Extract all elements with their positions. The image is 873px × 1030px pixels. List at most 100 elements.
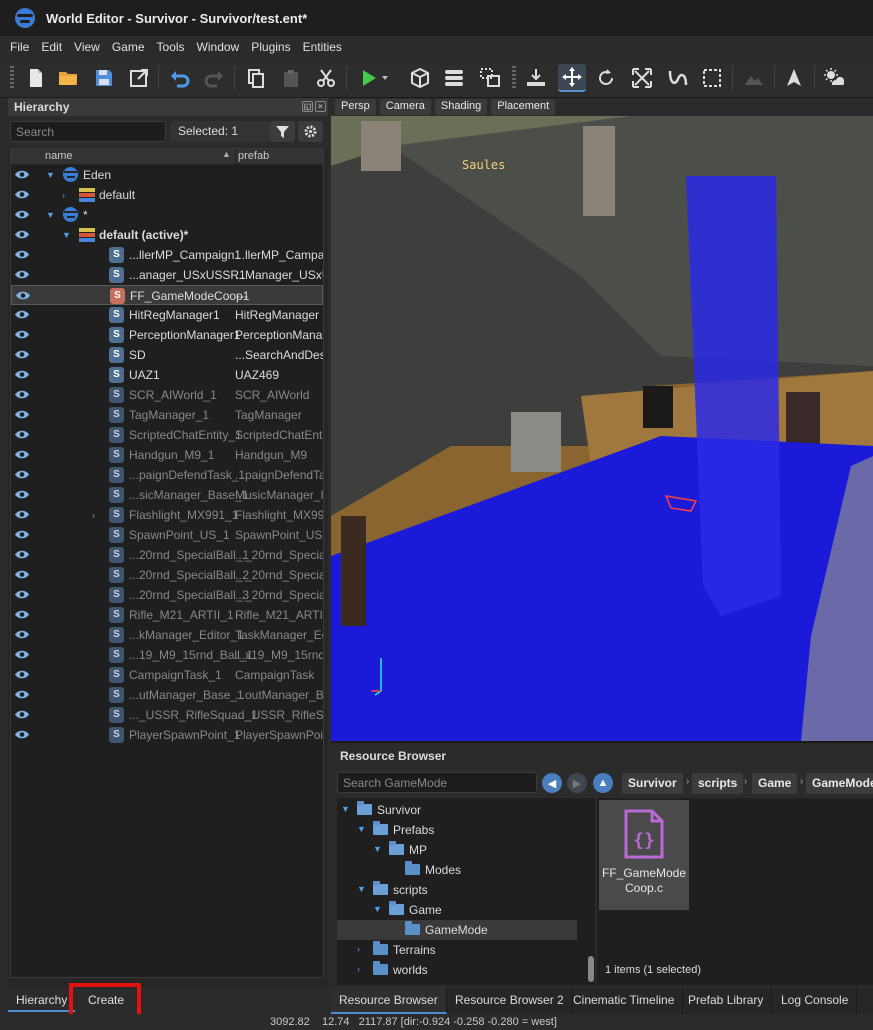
tab-log-console[interactable]: Log Console xyxy=(773,988,858,1014)
eye-icon[interactable] xyxy=(14,369,30,380)
eye-icon[interactable] xyxy=(14,709,30,720)
eye-icon[interactable] xyxy=(14,469,30,480)
chevron-down-icon[interactable]: ▼ xyxy=(62,230,71,240)
eye-icon[interactable] xyxy=(14,649,30,660)
chevron-down-icon[interactable]: ▼ xyxy=(46,170,55,180)
tree-row[interactable]: › S Flashlight_MX991_1 Flashlight_MX99 xyxy=(11,505,323,525)
menu-window[interactable]: Window xyxy=(197,40,240,54)
folder-item[interactable]: › worlds xyxy=(337,960,577,980)
eye-icon[interactable] xyxy=(14,409,30,420)
toolbar-grip[interactable] xyxy=(512,66,516,90)
tree-row[interactable]: S ...llerMP_Campaign1 ...llerMP_Campa xyxy=(11,245,323,265)
eye-icon[interactable] xyxy=(14,249,30,260)
tab-prefab-library[interactable]: Prefab Library xyxy=(680,988,773,1014)
chevron-down-icon[interactable]: ▼ xyxy=(357,824,366,834)
folder-item[interactable]: ▼ Survivor xyxy=(337,800,577,820)
tree-row[interactable]: S ...19_M9_15rnd_Ball_1 ...x19_M9_15rnd_ xyxy=(11,645,323,665)
eye-icon[interactable] xyxy=(14,569,30,580)
column-name[interactable]: name xyxy=(45,150,73,162)
chevron-right-icon[interactable]: › xyxy=(62,190,65,200)
tree-row[interactable]: ▼ Eden xyxy=(11,165,323,185)
move-tool-button[interactable] xyxy=(558,64,586,92)
select-box-button[interactable] xyxy=(698,64,726,92)
folder-item[interactable]: ▼ Prefabs xyxy=(337,820,577,840)
close-icon[interactable]: × xyxy=(315,101,326,112)
open-button[interactable] xyxy=(54,64,82,92)
eye-icon[interactable] xyxy=(14,609,30,620)
folder-item[interactable]: ▼ scripts xyxy=(337,880,577,900)
weather-button[interactable] xyxy=(820,64,848,92)
tab-placement[interactable]: Placement xyxy=(491,99,556,115)
eye-icon[interactable] xyxy=(14,549,30,560)
tree-row[interactable]: S ...anager_USxUSSR1 ...Manager_USxU xyxy=(11,265,323,285)
eye-icon[interactable] xyxy=(15,290,31,301)
tree-row[interactable]: S..._USSR_RifleSquad_1..._USSR_RifleSqu xyxy=(11,705,323,725)
resource-search-input[interactable]: Search GameMode xyxy=(337,772,537,793)
tab-camera[interactable]: Camera xyxy=(379,99,431,115)
eye-icon[interactable] xyxy=(14,309,30,320)
eye-icon[interactable] xyxy=(14,329,30,340)
tab-shading[interactable]: Shading xyxy=(434,99,488,115)
eye-icon[interactable] xyxy=(14,209,30,220)
eye-icon[interactable] xyxy=(14,509,30,520)
tree-row[interactable]: S FF_GameModeCoop1 --- xyxy=(11,285,323,305)
redo-button[interactable] xyxy=(200,64,228,92)
tab-persp[interactable]: Persp xyxy=(335,99,376,115)
chevron-down-icon[interactable]: ▼ xyxy=(357,884,366,894)
tree-row[interactable]: ▼ * xyxy=(11,205,323,225)
chevron-right-icon[interactable]: › xyxy=(357,964,360,974)
column-prefab[interactable]: prefab xyxy=(235,149,269,165)
tree-row[interactable]: S ...20rnd_SpecialBall_3 ..._20rnd_Special xyxy=(11,585,323,605)
menu-plugins[interactable]: Plugins xyxy=(251,40,290,54)
tree-row[interactable]: S ...20rnd_SpecialBall_1 ..._20rnd_Special xyxy=(11,545,323,565)
copy-button[interactable] xyxy=(242,64,270,92)
entity-cube-button[interactable] xyxy=(406,64,434,92)
tab-hierarchy[interactable]: Hierarchy xyxy=(8,988,76,1012)
menu-game[interactable]: Game xyxy=(112,40,145,54)
menu-edit[interactable]: Edit xyxy=(41,40,62,54)
filter-button[interactable] xyxy=(270,121,295,142)
eye-icon[interactable] xyxy=(14,489,30,500)
tree-row[interactable]: › default xyxy=(11,185,323,205)
folder-item[interactable]: ▼ MP xyxy=(337,840,577,860)
tree-row[interactable]: S Rifle_M21_ARTII_1 Rifle_M21_ARTII xyxy=(11,605,323,625)
chevron-right-icon[interactable]: › xyxy=(357,944,360,954)
eye-icon[interactable] xyxy=(14,429,30,440)
forward-icon[interactable]: ▶ xyxy=(567,773,587,793)
chevron-down-icon[interactable]: ▼ xyxy=(373,904,382,914)
chevron-down-icon[interactable]: ▼ xyxy=(341,804,350,814)
tree-row[interactable]: S ...utManager_Base_1 ...outManager_B xyxy=(11,685,323,705)
snap-ground-button[interactable] xyxy=(522,64,550,92)
eye-icon[interactable] xyxy=(14,529,30,540)
chevron-down-icon[interactable]: ▼ xyxy=(373,844,382,854)
tree-row[interactable]: S SCR_AIWorld_1 SCR_AIWorld xyxy=(11,385,323,405)
tree-row[interactable]: S SD ...SearchAndDest xyxy=(11,345,323,365)
transform-pivot-button[interactable] xyxy=(476,64,504,92)
save-button[interactable] xyxy=(90,64,118,92)
export-button[interactable] xyxy=(125,64,153,92)
tree-row[interactable]: ▼ default (active)* xyxy=(11,225,323,245)
tree-row[interactable]: S SpawnPoint_US_1 SpawnPoint_US xyxy=(11,525,323,545)
tree-row[interactable]: S ...sicManager_Base_1 MusicManager_I xyxy=(11,485,323,505)
breadcrumb-survivor[interactable]: Survivor xyxy=(622,773,683,794)
undo-button[interactable] xyxy=(166,64,194,92)
terrain-button[interactable] xyxy=(740,64,768,92)
eye-icon[interactable] xyxy=(14,229,30,240)
tree-row[interactable]: S ...20rnd_SpecialBall_2 ..._20rnd_Special xyxy=(11,565,323,585)
hierarchy-search-input[interactable]: Search xyxy=(10,121,166,142)
eye-icon[interactable] xyxy=(14,349,30,360)
paste-button[interactable] xyxy=(277,64,305,92)
viewport[interactable]: Persp Camera Shading Placement Saules xyxy=(331,98,873,741)
eye-icon[interactable] xyxy=(14,269,30,280)
play-button[interactable] xyxy=(354,64,394,92)
up-icon[interactable]: ▲ xyxy=(593,773,613,793)
chevron-right-icon[interactable]: › xyxy=(92,510,95,520)
tree-row[interactable]: S PerceptionManager1 PerceptionMana xyxy=(11,325,323,345)
menu-tools[interactable]: Tools xyxy=(157,40,185,54)
eye-icon[interactable] xyxy=(14,189,30,200)
tree-row[interactable]: S TagManager_1 TagManager xyxy=(11,405,323,425)
tab-resource-browser[interactable]: Resource Browser xyxy=(331,988,447,1014)
rotate-tool-button[interactable] xyxy=(592,64,620,92)
tree-row[interactable]: S ScriptedChatEntity_1 ScriptedChatEnt xyxy=(11,425,323,445)
layers-button[interactable] xyxy=(440,64,468,92)
